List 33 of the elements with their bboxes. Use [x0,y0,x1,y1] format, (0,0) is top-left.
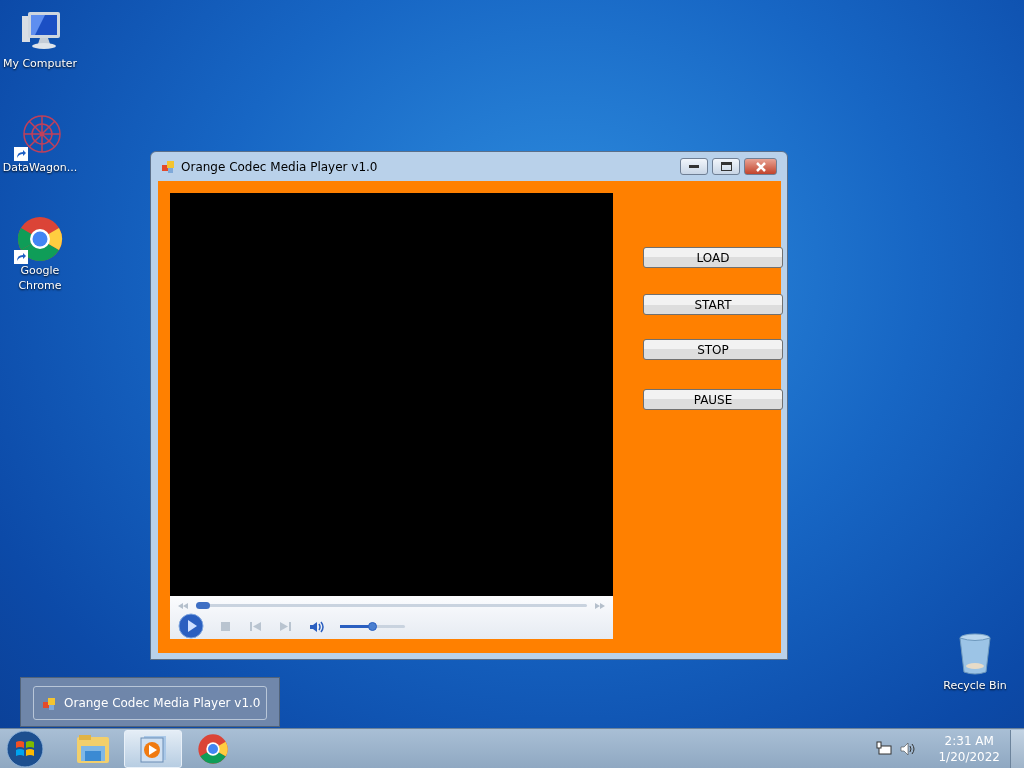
minimize-button[interactable] [680,158,708,175]
app-icon [161,160,175,174]
chrome-icon [197,732,229,765]
command-button[interactable]: LOAD [643,247,783,268]
maximize-icon [720,162,732,171]
folder-icon [76,733,110,764]
icon-label: Google Chrome [17,263,63,293]
volume-thumb[interactable] [367,621,377,631]
minimize-icon [689,164,699,169]
chrome-icon[interactable] [16,215,64,263]
close-button[interactable] [744,158,777,175]
start-button[interactable] [6,729,44,768]
icon-label: My Computer [2,56,78,71]
icon-label: DataWagon... [2,160,78,175]
icon-label: Recycle Bin [943,678,1007,693]
maximize-button[interactable] [712,158,740,175]
preview-title: Orange Codec Media Player v1.0 [64,695,261,712]
close-icon [754,161,767,172]
command-button[interactable]: STOP [643,339,783,360]
media-player-icon [138,733,168,764]
seek-track[interactable] [196,603,587,607]
volume-track[interactable] [340,624,405,628]
show-desktop-button[interactable] [1010,729,1024,768]
command-button[interactable]: PAUSE [643,389,783,410]
app-icon [42,696,56,711]
preview-window-item[interactable]: Orange Codec Media Player v1.0 [33,686,267,720]
network-icon[interactable] [876,741,893,757]
command-button[interactable]: START [643,294,783,315]
window-title: Orange Codec Media Player v1.0 [181,158,379,176]
play-button[interactable] [178,613,204,639]
speaker-icon[interactable] [900,742,917,756]
volume-icon[interactable] [310,620,324,633]
seek-thumb[interactable] [196,601,210,609]
